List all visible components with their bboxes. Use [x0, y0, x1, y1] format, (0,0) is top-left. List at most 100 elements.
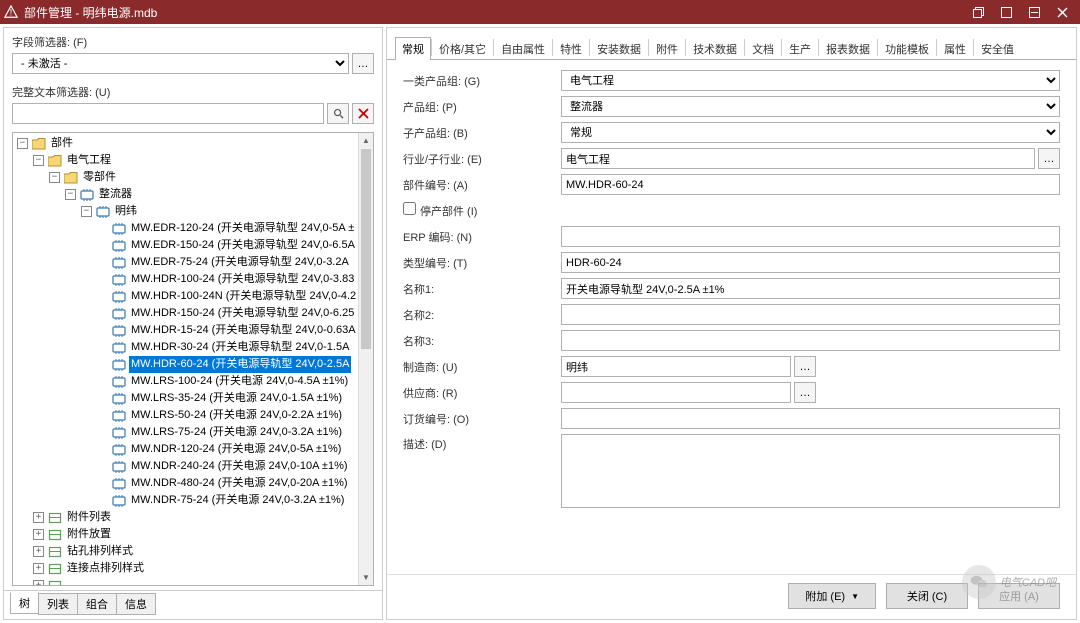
device-icon	[111, 290, 126, 304]
tree-node[interactable]: MW.HDR-60-24 (开关电源导轨型 24V,0-2.5A	[13, 356, 373, 373]
apply-button[interactable]: 应用 (A)	[978, 583, 1060, 609]
expand-toggle-icon[interactable]: −	[65, 189, 76, 200]
expand-toggle-icon[interactable]: +	[33, 512, 44, 523]
tree-node[interactable]: MW.EDR-75-24 (开关电源导轨型 24V,0-3.2A	[13, 254, 373, 271]
tree-node-label: MW.HDR-100-24N (开关电源导轨型 24V,0-4.2	[129, 288, 358, 305]
expand-toggle-icon[interactable]: −	[33, 155, 44, 166]
full-text-filter-input[interactable]	[12, 103, 324, 124]
tree-node[interactable]: MW.HDR-100-24 (开关电源导轨型 24V,0-3.83	[13, 271, 373, 288]
tree-node[interactable]: MW.LRS-100-24 (开关电源 24V,0-4.5A ±1%)	[13, 373, 373, 390]
detail-tab[interactable]: 常规	[395, 37, 431, 60]
detail-tab[interactable]: 文档	[745, 37, 781, 60]
expand-toggle-icon[interactable]: +	[33, 563, 44, 574]
detail-tab[interactable]: 属性	[937, 37, 973, 60]
restore-down-icon[interactable]	[964, 1, 992, 23]
detail-tab[interactable]: 价格/其它	[432, 37, 493, 60]
tree-node[interactable]: MW.LRS-35-24 (开关电源 24V,0-1.5A ±1%)	[13, 390, 373, 407]
tree-node[interactable]: +附件放置	[13, 526, 373, 543]
obsolete-checkbox[interactable]	[403, 202, 416, 215]
detail-tab[interactable]: 技术数据	[686, 37, 744, 60]
tree-node[interactable]: MW.HDR-15-24 (开关电源导轨型 24V,0-0.63A	[13, 322, 373, 339]
left-tab-tree[interactable]: 树	[10, 592, 39, 614]
device-icon	[111, 256, 126, 270]
tree-node[interactable]: MW.LRS-50-24 (开关电源 24V,0-2.2A ±1%)	[13, 407, 373, 424]
tree-node-label: MW.LRS-75-24 (开关电源 24V,0-3.2A ±1%)	[129, 424, 344, 441]
list-icon	[47, 511, 62, 525]
part-tree[interactable]: −部件−电气工程−零部件−整流器−明纬MW.EDR-120-24 (开关电源导轨…	[12, 132, 374, 586]
tree-node[interactable]: MW.LRS-75-24 (开关电源 24V,0-3.2A ±1%)	[13, 424, 373, 441]
tree-node[interactable]: MW.NDR-75-24 (开关电源 24V,0-3.2A ±1%)	[13, 492, 373, 509]
detail-tabstrip: 常规价格/其它自由属性特性安装数据附件技术数据文档生产报表数据功能模板属性安全值	[387, 28, 1076, 60]
erp-label: ERP 编码: (N)	[403, 229, 561, 245]
detail-tab[interactable]: 生产	[782, 37, 818, 60]
group-select[interactable]: 电气工程	[561, 70, 1060, 91]
tree-node[interactable]: MW.EDR-120-24 (开关电源导轨型 24V,0-5A ±	[13, 220, 373, 237]
orderno-input[interactable]	[561, 408, 1060, 429]
tree-scrollbar[interactable]: ▲ ▼	[358, 133, 373, 585]
left-tab-list[interactable]: 列表	[38, 593, 78, 615]
expand-toggle-icon[interactable]: −	[81, 206, 92, 217]
name3-input[interactable]	[561, 330, 1060, 351]
expand-toggle-icon[interactable]: +	[33, 580, 44, 586]
close-icon[interactable]	[1048, 1, 1076, 23]
tree-node[interactable]: MW.NDR-480-24 (开关电源 24V,0-20A ±1%)	[13, 475, 373, 492]
tree-node-label: MW.HDR-150-24 (开关电源导轨型 24V,0-6.25	[129, 305, 356, 322]
minimize-icon[interactable]	[1020, 1, 1048, 23]
device-icon	[111, 239, 126, 253]
search-icon[interactable]	[327, 103, 349, 124]
maximize-icon[interactable]	[992, 1, 1020, 23]
tree-node[interactable]: −明纬	[13, 203, 373, 220]
detail-tab[interactable]: 功能模板	[878, 37, 936, 60]
left-tab-combo[interactable]: 组合	[77, 593, 117, 615]
typeno-input[interactable]	[561, 252, 1060, 273]
device-icon	[111, 358, 126, 372]
close-button[interactable]: 关闭 (C)	[886, 583, 968, 609]
detail-tab[interactable]: 附件	[649, 37, 685, 60]
tree-node[interactable]: MW.HDR-30-24 (开关电源导轨型 24V,0-1.5A	[13, 339, 373, 356]
tree-node[interactable]: MW.HDR-100-24N (开关电源导轨型 24V,0-4.2	[13, 288, 373, 305]
tree-node[interactable]: −电气工程	[13, 152, 373, 169]
add-button[interactable]: 附加 (E)▼	[788, 583, 876, 609]
expand-toggle-icon[interactable]: −	[17, 138, 28, 149]
clear-filter-icon[interactable]	[352, 103, 374, 124]
manufacturer-input[interactable]	[561, 356, 791, 377]
industry-more-button[interactable]: …	[1038, 148, 1060, 169]
product-group-select[interactable]: 整流器	[561, 96, 1060, 117]
industry-input[interactable]	[561, 148, 1035, 169]
description-textarea[interactable]	[561, 434, 1060, 508]
detail-tab[interactable]: 安全值	[974, 37, 1021, 60]
expand-toggle-icon[interactable]: +	[33, 529, 44, 540]
tree-node[interactable]: −部件	[13, 135, 373, 152]
expand-toggle-icon[interactable]: −	[49, 172, 60, 183]
tree-node[interactable]: −整流器	[13, 186, 373, 203]
tree-node[interactable]: MW.EDR-150-24 (开关电源导轨型 24V,0-6.5A	[13, 237, 373, 254]
supplier-more-button[interactable]: …	[794, 382, 816, 403]
supplier-input[interactable]	[561, 382, 791, 403]
detail-tab[interactable]: 特性	[553, 37, 589, 60]
tree-node[interactable]: +钻孔排列样式	[13, 543, 373, 560]
detail-tab[interactable]: 安装数据	[590, 37, 648, 60]
tree-node[interactable]: +连接点排列样式	[13, 560, 373, 577]
name2-input[interactable]	[561, 304, 1060, 325]
tree-node[interactable]: + 附件列表	[13, 509, 373, 526]
name1-input[interactable]	[561, 278, 1060, 299]
left-tab-info[interactable]: 信息	[116, 593, 156, 615]
tree-node[interactable]: MW.HDR-150-24 (开关电源导轨型 24V,0-6.25	[13, 305, 373, 322]
manufacturer-more-button[interactable]: …	[794, 356, 816, 377]
tree-node[interactable]: MW.NDR-120-24 (开关电源 24V,0-5A ±1%)	[13, 441, 373, 458]
field-filter-more-button[interactable]: …	[352, 53, 374, 74]
tree-node-label: 附件列表	[65, 509, 113, 526]
partno-input[interactable]	[561, 174, 1060, 195]
name3-label: 名称3:	[403, 333, 561, 349]
tree-node[interactable]: MW.NDR-240-24 (开关电源 24V,0-10A ±1%)	[13, 458, 373, 475]
left-tabstrip: 树 列表 组合 信息	[4, 590, 382, 619]
tree-node[interactable]: −零部件	[13, 169, 373, 186]
detail-tab[interactable]: 报表数据	[819, 37, 877, 60]
sub-group-select[interactable]: 常规	[561, 122, 1060, 143]
field-filter-select[interactable]: - 未激活 -	[12, 53, 349, 74]
erp-input[interactable]	[561, 226, 1060, 247]
expand-toggle-icon[interactable]: +	[33, 546, 44, 557]
device-icon	[111, 443, 126, 457]
device-icon	[95, 205, 110, 219]
detail-tab[interactable]: 自由属性	[494, 37, 552, 60]
